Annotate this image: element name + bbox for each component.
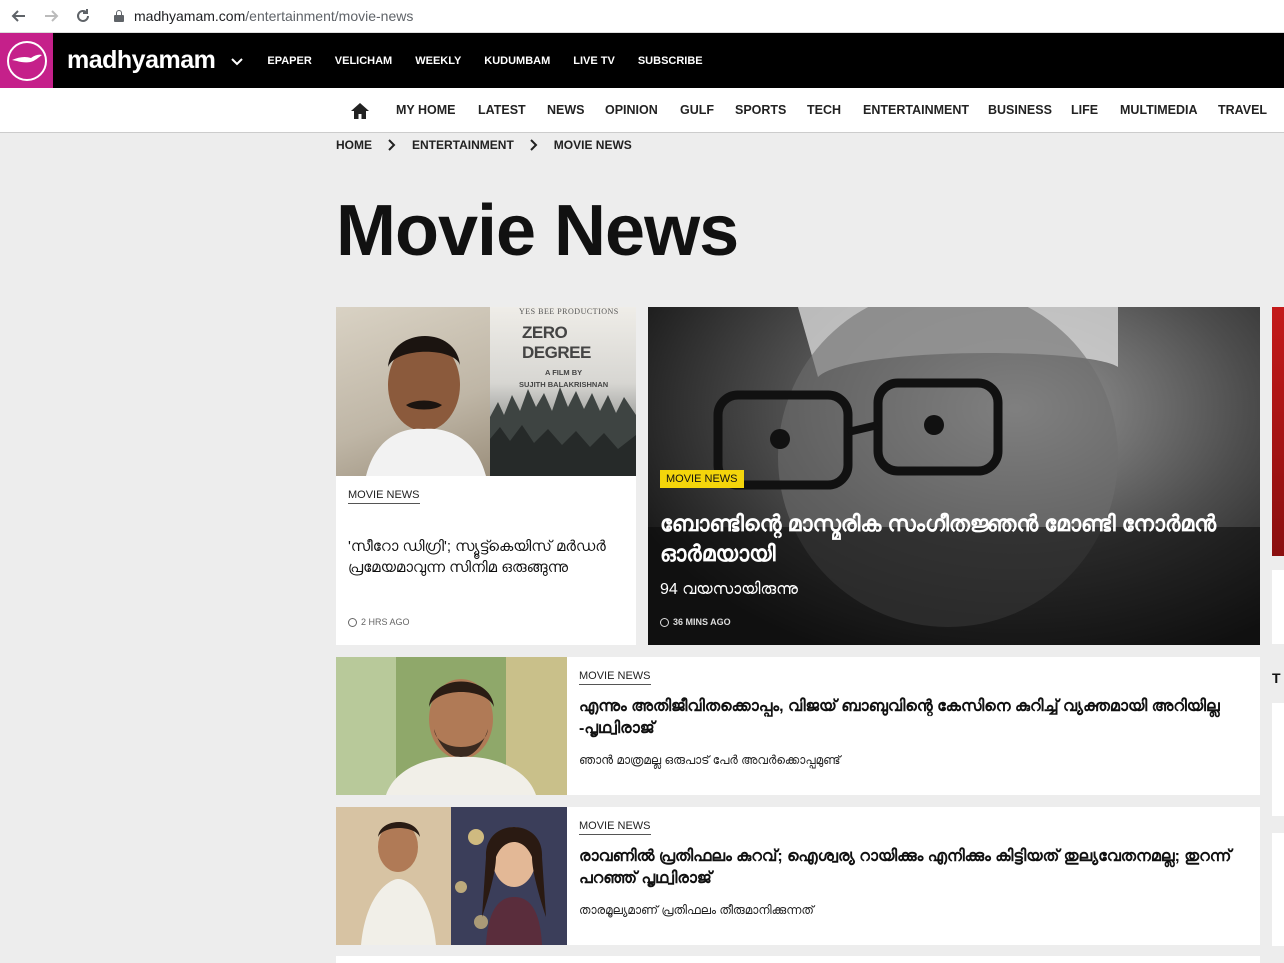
category-label[interactable]: MOVIE NEWS (579, 820, 651, 835)
article-headline[interactable]: രാവണിൽ പ്രതിഫലം കുറവ്; ഐശ്വര്യ റായിക്കും… (579, 846, 1239, 890)
category-label[interactable]: MOVIE NEWS (348, 489, 420, 504)
breadcrumb-entertainment[interactable]: ENTERTAINMENT (412, 138, 514, 152)
nav-travel[interactable]: TRAVEL (1218, 103, 1267, 117)
category-badge[interactable]: MOVIE NEWS (660, 470, 744, 488)
featured-summary: 94 വയസായിരുന്നു (660, 581, 798, 598)
nav-gulf[interactable]: GULF (680, 103, 714, 117)
list-item[interactable] (336, 956, 1260, 963)
url-domain: madhyamam.com (134, 8, 246, 24)
poster-credit-line2: SUJITH BALAKRISHNAN (519, 380, 609, 389)
timestamp: 36 MINS AGO (660, 617, 731, 627)
list-item[interactable]: MOVIE NEWS രാവണിൽ പ്രതിഫലം കുറവ്; ഐശ്വര്… (336, 807, 1260, 945)
home-icon[interactable] (350, 102, 370, 120)
logo[interactable] (0, 33, 53, 88)
nav-sports[interactable]: SPORTS (735, 103, 786, 117)
side-card[interactable] (1272, 570, 1284, 644)
breadcrumb-home[interactable]: HOME (336, 138, 372, 152)
nav-tech[interactable]: TECH (807, 103, 841, 117)
forward-arrow-icon[interactable] (38, 3, 64, 29)
section-nav: MY HOME LATEST NEWS OPINION GULF SPORTS … (0, 88, 1284, 133)
article-thumbnail[interactable] (336, 807, 567, 945)
nav-entertainment[interactable]: ENTERTAINMENT (863, 103, 969, 117)
toplink-weekly[interactable]: WEEKLY (415, 55, 461, 67)
toplink-subscribe[interactable]: SUBSCRIBE (638, 55, 703, 67)
address-bar[interactable]: madhyamam.com/entertainment/movie-news (134, 8, 413, 24)
toplink-live-tv[interactable]: LIVE TV (573, 55, 615, 67)
side-card[interactable] (1272, 833, 1284, 946)
toplink-velicham[interactable]: VELICHAM (335, 55, 392, 67)
side-ad-banner[interactable] (1272, 307, 1284, 556)
url-path: /entertainment/movie-news (245, 8, 414, 24)
article-headline[interactable]: എന്നും അതിജീവിതക്കൊപ്പം, വിജയ് ബാബുവിന്റ… (579, 696, 1239, 740)
timestamp-text: 36 MINS AGO (673, 617, 731, 627)
news-card[interactable]: YES BEE PRODUCTIONS ZERO DEGREE A FILM B… (336, 307, 636, 645)
top-links: EPAPER VELICHAM WEEKLY KUDUMBAM LIVE TV … (255, 55, 713, 67)
featured-article[interactable]: MOVIE NEWS ബോണ്ടിന്റെ മാസ്മരിക സംഗീതജ്ഞൻ… (648, 307, 1260, 645)
article-summary: താരമൂല്യമാണ് പ്രതിഫലം തീരുമാനിക്കുന്നത് (579, 903, 814, 917)
lock-icon[interactable] (114, 10, 124, 22)
nav-business[interactable]: BUSINESS (988, 103, 1052, 117)
nav-latest[interactable]: LATEST (478, 103, 526, 117)
toplink-epaper[interactable]: EPAPER (267, 55, 311, 67)
nav-my-home[interactable]: MY HOME (396, 103, 456, 117)
nav-multimedia[interactable]: MULTIMEDIA (1120, 103, 1198, 117)
site-topbar: madhyamam EPAPER VELICHAM WEEKLY KUDUMBA… (0, 33, 1284, 88)
category-label[interactable]: MOVIE NEWS (579, 670, 651, 685)
chevron-down-icon[interactable] (229, 53, 245, 69)
browser-toolbar: madhyamam.com/entertainment/movie-news (0, 0, 1284, 33)
poster-credit-line1: A FILM BY (544, 368, 583, 377)
poster-credit: A FILM BY SUJITH BALAKRISHNAN (519, 367, 608, 391)
chevron-right-icon (388, 139, 396, 151)
list-item[interactable]: MOVIE NEWS എന്നും അതിജീവിതക്കൊപ്പം, വിജയ… (336, 657, 1260, 795)
poster-production: YES BEE PRODUCTIONS (519, 307, 619, 316)
toplink-kudumbam[interactable]: KUDUMBAM (484, 55, 550, 67)
nav-life[interactable]: LIFE (1071, 103, 1098, 117)
reload-icon[interactable] (70, 3, 96, 29)
poster-title: ZERO DEGREE (522, 323, 591, 362)
bird-logo-icon (6, 40, 47, 81)
article-headline[interactable]: 'സീറോ ഡിഗ്രി'; സ്യൂട്ട്കെയിസ് മർഡർ പ്രമേ… (348, 536, 628, 578)
article-thumbnail[interactable] (336, 657, 567, 795)
back-arrow-icon[interactable] (6, 3, 32, 29)
page-title: Movie News (336, 191, 739, 271)
brand-name[interactable]: madhyamam (67, 46, 216, 75)
side-card[interactable] (1272, 703, 1284, 816)
breadcrumb-movie-news[interactable]: MOVIE NEWS (554, 138, 632, 152)
article-image[interactable]: YES BEE PRODUCTIONS ZERO DEGREE A FILM B… (336, 307, 636, 476)
clock-icon (660, 617, 669, 627)
article-summary: ഞാൻ മാത്രമല്ല ഒരുപാട് പേർ അവർക്കൊപ്പമുണ്… (579, 753, 841, 767)
breadcrumb: HOME ENTERTAINMENT MOVIE NEWS (336, 138, 632, 152)
featured-headline[interactable]: ബോണ്ടിന്റെ മാസ്മരിക സംഗീതജ്ഞൻ മോണ്ടി നോർ… (660, 509, 1220, 569)
timestamp: 2 HRS AGO (348, 617, 410, 627)
timestamp-text: 2 HRS AGO (361, 617, 410, 627)
side-heading: T (1272, 670, 1281, 686)
nav-news[interactable]: NEWS (547, 103, 585, 117)
nav-opinion[interactable]: OPINION (605, 103, 658, 117)
clock-icon (348, 617, 357, 627)
chevron-right-icon (530, 139, 538, 151)
